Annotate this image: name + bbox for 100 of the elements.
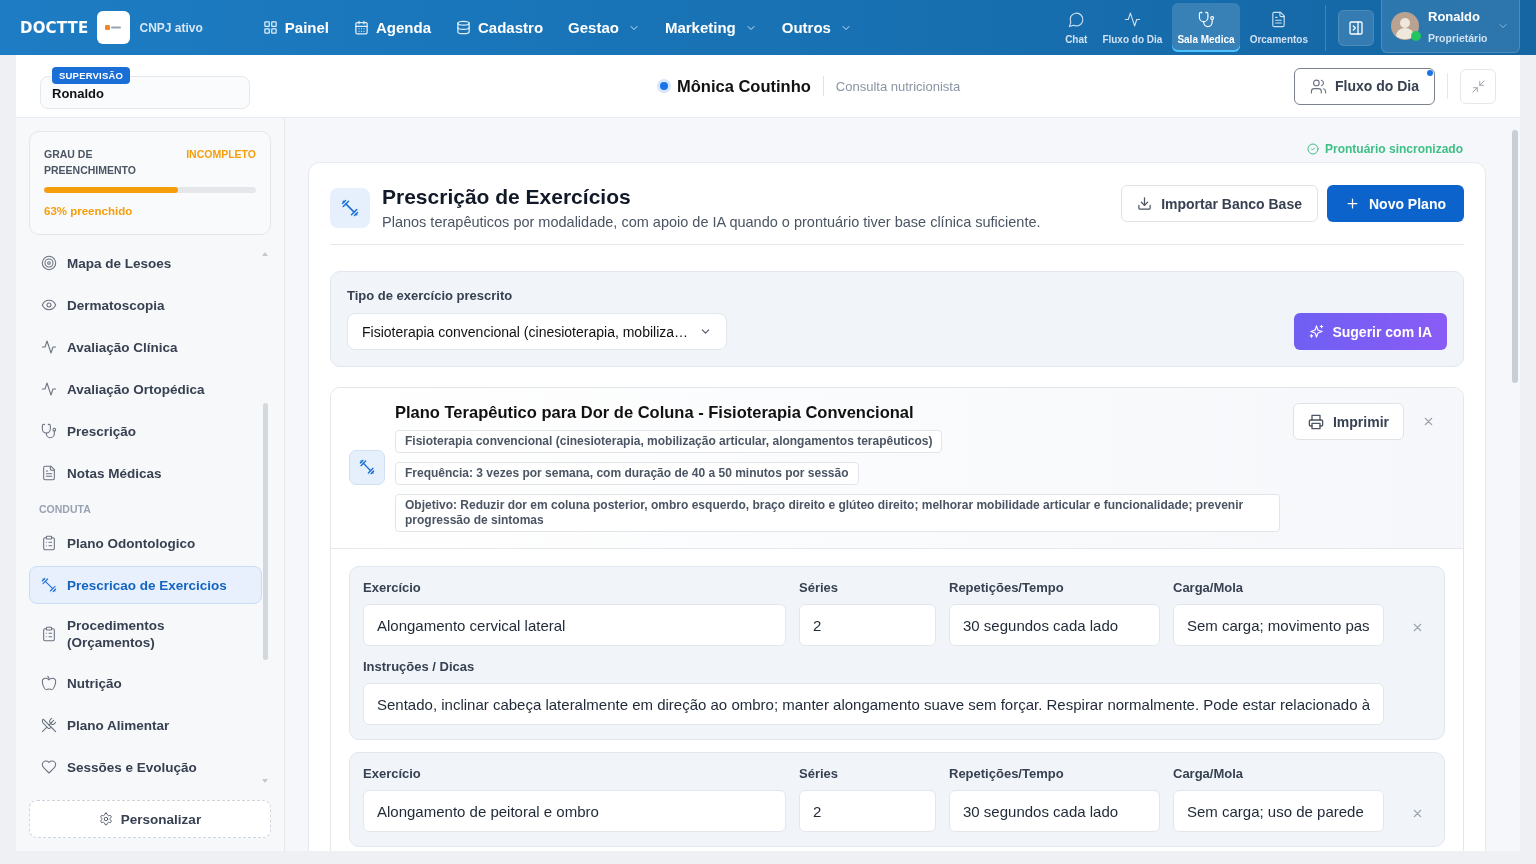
plan-tag: Objetivo: Reduzir dor em coluna posterior, ombro esquerdo, braço direito e glúteo direito; melhorar mobilidade articular e funcionalidade; prevenir progressão de sintomas [395,494,1280,532]
sidebar-item[interactable]: Notas Médicas [29,454,262,492]
nav-item[interactable]: Cadastro [456,19,544,36]
crossed-utensils-icon [41,717,57,733]
pulse-line-icon [41,381,57,397]
input-field[interactable]: 30 segundos cada lado [949,790,1160,832]
pulse-line-icon [1123,10,1141,28]
nav-item[interactable]: Agenda [354,19,432,36]
nav-item[interactable]: Outros [781,19,852,36]
user-role: Proprietário [1428,31,1488,44]
completion-status: INCOMPLETO [186,147,256,162]
sidebar-item[interactable]: Plano Alimentar [29,706,262,744]
apple-icon [41,675,57,691]
completion-reading: 63% preenchido [44,205,134,217]
input-field[interactable]: Sem carga; uso de parede [1173,790,1384,832]
flow-button[interactable]: Fluxo do Dia [1294,67,1435,105]
printer-icon [1308,413,1324,430]
clipboard-icon [41,626,57,642]
dumbbell-icon [41,577,57,593]
import-button[interactable]: Importar Banco Base [1121,185,1318,222]
plan-tag: Fisioterapia convencional (cinesioterapia, mobilização articular, alongamentos terapêuticos) [395,430,943,453]
input-field[interactable]: 2 [799,790,936,832]
supervisor-name: Ronaldo [52,86,104,101]
input-field[interactable]: Alongamento de peitoral e ombro [363,790,786,832]
field-label: Tipo de exercício prescrito [347,288,514,304]
status-dot-icon [657,79,671,93]
sidebar-item[interactable]: Avaliação Clínica [29,328,262,366]
field-label: Carga/Mola [1173,580,1245,596]
settings-icon [98,812,113,826]
plan-title: Plano Terapêutico para Dor de Coluna - Fisioterapia Convencional [395,402,914,422]
stethoscope-icon [1197,10,1215,28]
close-icon[interactable] [1411,621,1424,634]
download-icon [1137,196,1153,211]
scroll-up-icon[interactable] [262,252,268,256]
close-icon[interactable] [1422,415,1435,428]
check-circle-icon [1307,143,1319,155]
close-icon[interactable] [1411,807,1424,820]
dumbbell-icon [349,449,385,485]
module-tab[interactable]: Orcamentos [1244,3,1313,52]
page-title: Prescrição de Exercícios [382,185,632,209]
input-field[interactable]: Sem carga; movimento pas [1173,604,1384,646]
target-icon [41,255,57,271]
input-field[interactable]: 2 [799,604,936,646]
field-label: Carga/Mola [1173,766,1245,782]
exercise-type-select[interactable]: Fisioterapia convencional (cinesioterapia, mobiliza… [347,313,727,350]
sidebar-item[interactable]: Procedimentos (Orçamentos) [29,608,262,660]
heart-icon [41,759,57,775]
minimize-icon [1470,78,1486,94]
input-field[interactable]: Alongamento cervical lateral [363,604,786,646]
chat-bubble-icon [1067,10,1085,28]
field-label: Séries [799,766,840,782]
sidebar-item[interactable]: Avaliação Ortopédica [29,370,262,408]
nav-item[interactable]: Gestao [568,19,640,36]
sidebar-item[interactable]: Plano Odontologico [29,524,262,562]
sidebar-item[interactable]: Mapa de Lesoes [29,244,262,282]
sidebar-item[interactable]: Sessões e Evolução [29,748,262,786]
nav-item[interactable]: Painel [262,19,329,36]
sidebar-item[interactable]: Nutrição [29,664,262,702]
field-label: Exercício [363,580,422,596]
print-button[interactable]: Imprimir [1293,403,1404,440]
scrollbar-thumb[interactable] [1512,130,1518,383]
document-icon [1270,10,1288,28]
nav-item[interactable]: Marketing [664,19,757,36]
sidebar-item[interactable]: Prescrição [29,412,262,450]
eye-icon [41,297,57,313]
side-panel-icon [1348,19,1364,36]
collapse-button[interactable] [1460,68,1496,104]
new-plan-button[interactable]: Novo Plano [1327,185,1464,222]
supervision-badge: SUPERVISÃO [52,66,131,84]
customize-button[interactable]: Personalizar [29,800,271,838]
module-tab[interactable]: Fluxo do Dia [1097,3,1168,52]
scroll-down-icon[interactable] [262,779,268,783]
scrollbar-thumb[interactable] [263,403,268,660]
field-label: Repetições/Tempo [949,766,1065,782]
user-menu[interactable]: Ronaldo Proprietário [1381,0,1520,53]
database-icon [456,20,472,35]
pulse-line-icon [41,339,57,355]
sync-status: Prontuário sincronizado [1325,141,1463,157]
module-tab[interactable]: Chat [1060,3,1093,52]
toggle-panel-button[interactable] [1338,9,1374,46]
clipboard-icon [41,535,57,551]
dumbbell-icon [330,188,370,228]
users-icon [1310,77,1327,95]
company-status: CNPJ ativo [139,20,203,35]
input-field[interactable]: 30 segundos cada lado [949,604,1160,646]
sidebar-item[interactable]: Dermatoscopia [29,286,262,324]
avatar-icon [1391,12,1419,40]
appointment-type: Consulta nutricionista [835,78,961,94]
field-label: Repetições/Tempo [949,580,1065,596]
plus-icon [1345,196,1360,211]
calendar-icon [354,20,369,35]
patient-name: Mônica Coutinho [677,76,811,96]
input-field[interactable]: Sentado, inclinar cabeça lateralmente em direção ao ombro; manter alongamento suave sem forçar. Respirar normalmente. Pode estar relacionado à [363,683,1384,725]
page-subtitle: Planos terapêuticos por modalidade, com apoio de IA quando o prontuário tiver base clínica suficiente. [382,213,1041,231]
sparkle-icon [1309,324,1325,339]
module-tab[interactable]: Sala Medica [1172,3,1240,52]
grid-icon [262,20,278,35]
brand-logo: DOCTTE [20,17,89,39]
sidebar-item[interactable]: Prescricao de Exercicios [29,566,262,604]
suggest-ai-button[interactable]: Sugerir com IA [1294,313,1447,350]
